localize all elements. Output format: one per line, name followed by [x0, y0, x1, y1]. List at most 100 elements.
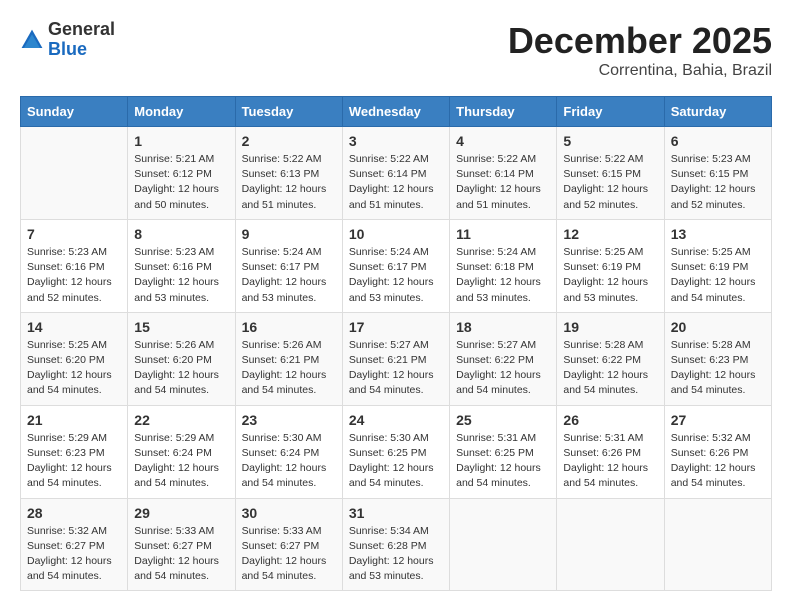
table-row: 30Sunrise: 5:33 AM Sunset: 6:27 PM Dayli… [235, 498, 342, 591]
table-row: 31Sunrise: 5:34 AM Sunset: 6:28 PM Dayli… [342, 498, 449, 591]
table-row: 18 Sunrise: 5:27 AM Sunset: 6:22 PM Dayli… [450, 312, 557, 405]
day-number: 11 [456, 226, 550, 242]
col-wednesday: Wednesday [342, 97, 449, 127]
day-info: Sunrise: 5:27 AM Sunset: 6:22 PM Dayligh… [456, 338, 550, 399]
day-info: Sunrise: 5:25 AM Sunset: 6:19 PM Dayligh… [671, 245, 765, 306]
day-info: Sunrise: 5:31 AM Sunset: 6:25 PM Dayligh… [456, 431, 550, 492]
table-row: 26 Sunrise: 5:31 AM Sunset: 6:26 PM Dayli… [557, 405, 664, 498]
table-row: 27 Sunrise: 5:32 AM Sunset: 6:26 PM Dayli… [664, 405, 771, 498]
day-number: 3 [349, 133, 443, 149]
day-number: 28 [27, 505, 121, 521]
day-number: 21 [27, 412, 121, 428]
col-thursday: Thursday [450, 97, 557, 127]
day-number: 4 [456, 133, 550, 149]
day-number: 9 [242, 226, 336, 242]
day-number: 18 [456, 319, 550, 335]
table-row: 16 Sunrise: 5:26 AM Sunset: 6:21 PM Dayli… [235, 312, 342, 405]
day-number: 10 [349, 226, 443, 242]
day-number: 20 [671, 319, 765, 335]
location-text: Correntina, Bahia, Brazil [508, 62, 772, 80]
day-number: 5 [563, 133, 657, 149]
table-row: 23 Sunrise: 5:30 AM Sunset: 6:24 PM Dayli… [235, 405, 342, 498]
day-info: Sunrise: 5:32 AM Sunset: 6:26 PM Dayligh… [671, 431, 765, 492]
day-info: Sunrise: 5:30 AM Sunset: 6:25 PM Dayligh… [349, 431, 443, 492]
day-number: 1 [134, 133, 228, 149]
day-info: Sunrise: 5:28 AM Sunset: 6:22 PM Dayligh… [563, 338, 657, 399]
day-info: Sunrise: 5:25 AM Sunset: 6:19 PM Dayligh… [563, 245, 657, 306]
day-info: Sunrise: 5:25 AM Sunset: 6:20 PM Dayligh… [27, 338, 121, 399]
day-info: Sunrise: 5:24 AM Sunset: 6:17 PM Dayligh… [349, 245, 443, 306]
table-row: 14 Sunrise: 5:25 AM Sunset: 6:20 PM Dayli… [21, 312, 128, 405]
table-row: 2 Sunrise: 5:22 AM Sunset: 6:13 PM Daylig… [235, 127, 342, 220]
table-row: 12 Sunrise: 5:25 AM Sunset: 6:19 PM Dayli… [557, 219, 664, 312]
calendar-week-row: 1 Sunrise: 5:21 AM Sunset: 6:12 PM Daylig… [21, 127, 772, 220]
day-number: 26 [563, 412, 657, 428]
day-number: 16 [242, 319, 336, 335]
day-info: Sunrise: 5:29 AM Sunset: 6:24 PM Dayligh… [134, 431, 228, 492]
col-monday: Monday [128, 97, 235, 127]
table-row: 28Sunrise: 5:32 AM Sunset: 6:27 PM Dayli… [21, 498, 128, 591]
table-row: 3Sunrise: 5:22 AM Sunset: 6:14 PM Daylig… [342, 127, 449, 220]
table-row: 1 Sunrise: 5:21 AM Sunset: 6:12 PM Daylig… [128, 127, 235, 220]
day-info: Sunrise: 5:33 AM Sunset: 6:27 PM Dayligh… [134, 524, 228, 585]
col-sunday: Sunday [21, 97, 128, 127]
day-info: Sunrise: 5:24 AM Sunset: 6:17 PM Dayligh… [242, 245, 336, 306]
calendar-week-row: 7 Sunrise: 5:23 AM Sunset: 6:16 PM Daylig… [21, 219, 772, 312]
logo-blue-text: Blue [48, 40, 115, 60]
day-number: 6 [671, 133, 765, 149]
day-info: Sunrise: 5:23 AM Sunset: 6:16 PM Dayligh… [27, 245, 121, 306]
day-number: 2 [242, 133, 336, 149]
table-row: 15 Sunrise: 5:26 AM Sunset: 6:20 PM Dayli… [128, 312, 235, 405]
day-number: 29 [134, 505, 228, 521]
table-row [664, 498, 771, 591]
day-info: Sunrise: 5:31 AM Sunset: 6:26 PM Dayligh… [563, 431, 657, 492]
table-row [21, 127, 128, 220]
day-info: Sunrise: 5:21 AM Sunset: 6:12 PM Dayligh… [134, 152, 228, 213]
table-row [557, 498, 664, 591]
table-row: 22 Sunrise: 5:29 AM Sunset: 6:24 PM Dayli… [128, 405, 235, 498]
day-info: Sunrise: 5:29 AM Sunset: 6:23 PM Dayligh… [27, 431, 121, 492]
day-number: 27 [671, 412, 765, 428]
page-header: General Blue December 2025 Correntina, B… [20, 20, 772, 80]
table-row: 5 Sunrise: 5:22 AM Sunset: 6:15 PM Daylig… [557, 127, 664, 220]
col-tuesday: Tuesday [235, 97, 342, 127]
day-number: 14 [27, 319, 121, 335]
table-row: 6Sunrise: 5:23 AM Sunset: 6:15 PM Daylig… [664, 127, 771, 220]
col-friday: Friday [557, 97, 664, 127]
day-number: 7 [27, 226, 121, 242]
table-row: 21 Sunrise: 5:29 AM Sunset: 6:23 PM Dayli… [21, 405, 128, 498]
day-number: 13 [671, 226, 765, 242]
day-number: 22 [134, 412, 228, 428]
day-info: Sunrise: 5:27 AM Sunset: 6:21 PM Dayligh… [349, 338, 443, 399]
day-number: 15 [134, 319, 228, 335]
day-info: Sunrise: 5:30 AM Sunset: 6:24 PM Dayligh… [242, 431, 336, 492]
day-info: Sunrise: 5:34 AM Sunset: 6:28 PM Dayligh… [349, 524, 443, 585]
logo-icon [20, 28, 44, 52]
table-row: 4 Sunrise: 5:22 AM Sunset: 6:14 PM Daylig… [450, 127, 557, 220]
day-number: 17 [349, 319, 443, 335]
calendar-table: Sunday Monday Tuesday Wednesday Thursday… [20, 96, 772, 591]
table-row: 10 Sunrise: 5:24 AM Sunset: 6:17 PM Dayli… [342, 219, 449, 312]
table-row: 20 Sunrise: 5:28 AM Sunset: 6:23 PM Dayli… [664, 312, 771, 405]
day-number: 23 [242, 412, 336, 428]
day-info: Sunrise: 5:22 AM Sunset: 6:13 PM Dayligh… [242, 152, 336, 213]
day-info: Sunrise: 5:23 AM Sunset: 6:16 PM Dayligh… [134, 245, 228, 306]
calendar-week-row: 28Sunrise: 5:32 AM Sunset: 6:27 PM Dayli… [21, 498, 772, 591]
table-row: 19 Sunrise: 5:28 AM Sunset: 6:22 PM Dayli… [557, 312, 664, 405]
day-info: Sunrise: 5:26 AM Sunset: 6:21 PM Dayligh… [242, 338, 336, 399]
day-info: Sunrise: 5:22 AM Sunset: 6:14 PM Dayligh… [456, 152, 550, 213]
table-row: 25Sunrise: 5:31 AM Sunset: 6:25 PM Dayli… [450, 405, 557, 498]
table-row: 29 Sunrise: 5:33 AM Sunset: 6:27 PM Dayli… [128, 498, 235, 591]
logo-general-text: General [48, 20, 115, 40]
day-number: 30 [242, 505, 336, 521]
day-info: Sunrise: 5:28 AM Sunset: 6:23 PM Dayligh… [671, 338, 765, 399]
table-row: 9 Sunrise: 5:24 AM Sunset: 6:17 PM Daylig… [235, 219, 342, 312]
table-row: 11 Sunrise: 5:24 AM Sunset: 6:18 PM Dayli… [450, 219, 557, 312]
day-number: 24 [349, 412, 443, 428]
day-info: Sunrise: 5:24 AM Sunset: 6:18 PM Dayligh… [456, 245, 550, 306]
day-number: 12 [563, 226, 657, 242]
day-number: 19 [563, 319, 657, 335]
day-info: Sunrise: 5:22 AM Sunset: 6:15 PM Dayligh… [563, 152, 657, 213]
table-row [450, 498, 557, 591]
day-info: Sunrise: 5:26 AM Sunset: 6:20 PM Dayligh… [134, 338, 228, 399]
